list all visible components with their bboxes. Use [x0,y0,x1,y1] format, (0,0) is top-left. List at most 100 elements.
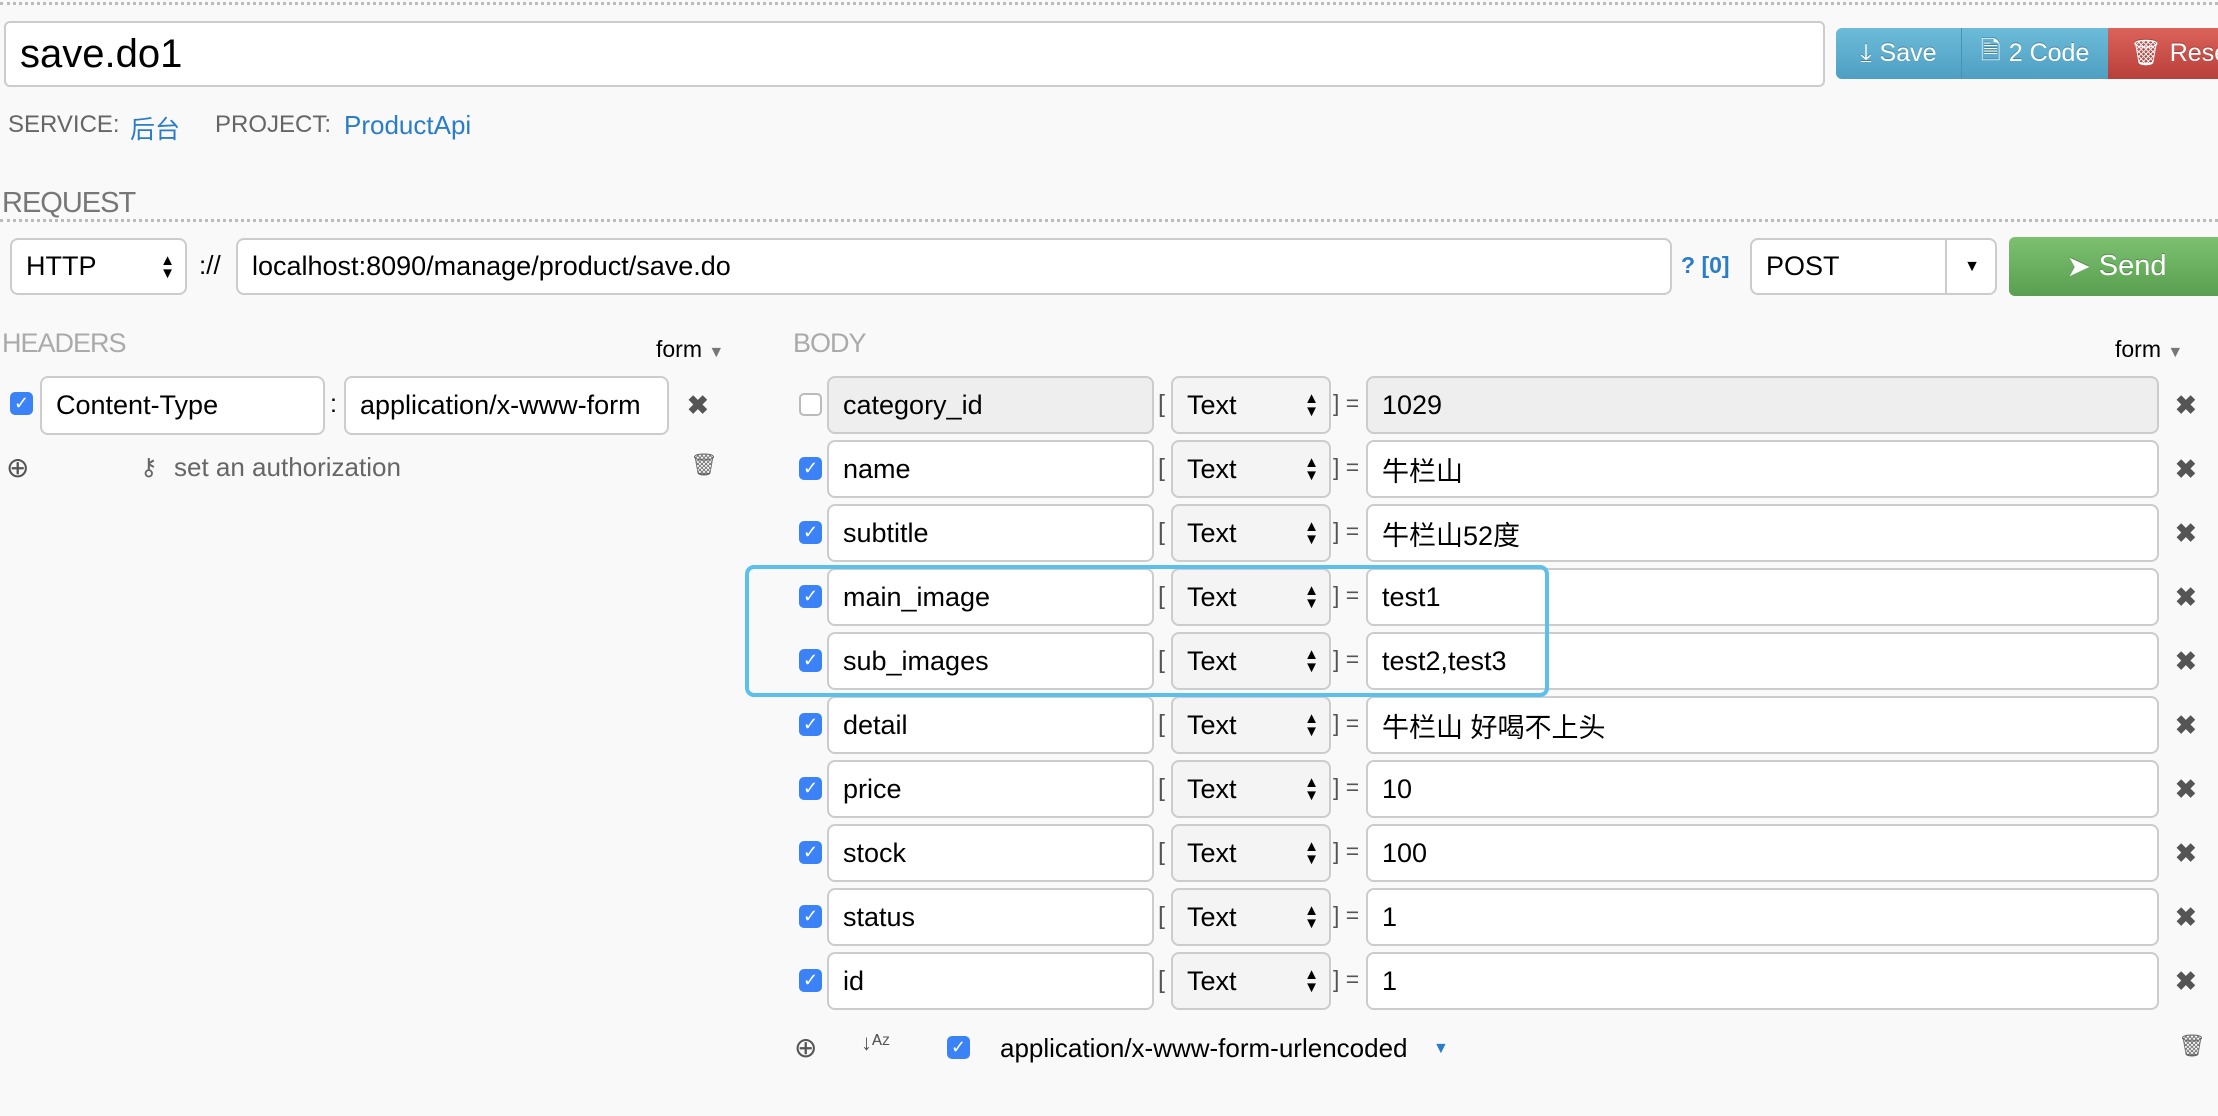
highlight-box [745,565,1549,697]
body-key-input[interactable]: id [827,952,1154,1010]
body-row: ✓ status [ Text ▲ ▼ ] = 1 ✖ [0,888,2218,946]
body-type-select[interactable]: Text ▲ ▼ [1171,824,1331,882]
body-type-select[interactable]: Text ▲ ▼ [1171,760,1331,818]
code-button[interactable]: 🗎 2 Code [1961,28,2108,79]
body-row: ✓ stock [ Text ▲ ▼ ] = 100 ✖ [0,824,2218,882]
method-select[interactable]: POST ▼ [1750,238,1997,295]
body-type-select[interactable]: Text ▲ ▼ [1171,440,1331,498]
clear-body-trash-icon[interactable]: 🗑 [2178,1033,2206,1059]
body-row-checkbox[interactable]: ✓ [799,777,822,800]
body-row: ✓ id [ Text ▲ ▼ ] = 1 ✖ [0,952,2218,1010]
body-type-select[interactable]: Text ▲ ▼ [1171,888,1331,946]
body-row-checkbox[interactable]: ✓ [799,713,822,736]
bracket-open: [ [1158,774,1165,802]
body-row-checkbox[interactable] [799,393,822,416]
body-key-input[interactable]: status [827,888,1154,946]
remove-body-param-icon[interactable]: ✖ [2175,454,2197,485]
body-mode-dropdown[interactable]: form ▼ [2115,336,2183,363]
save-button[interactable]: ⤓ Save [1836,28,1961,79]
body-key-input[interactable]: price [827,760,1154,818]
remove-body-param-icon[interactable]: ✖ [2175,518,2197,549]
bracket-close: ] = [1333,454,1360,480]
body-key-input[interactable]: name [827,440,1154,498]
body-type-select[interactable]: Text ▲ ▼ [1171,376,1331,434]
remove-body-param-icon[interactable]: ✖ [2175,646,2197,677]
updown-icon: ▲ ▼ [1304,710,1319,740]
bracket-close: ] = [1333,838,1360,864]
bracket-close: ] = [1333,966,1360,992]
caret-down-icon: ▼ [2167,344,2184,361]
remove-body-param-icon[interactable]: ✖ [2175,390,2197,421]
title-input[interactable]: save.do1 [4,21,1825,87]
bracket-open: [ [1158,902,1165,930]
body-row: category_id [ Text ▲ ▼ ] = 1029 ✖ [0,376,2218,434]
bracket-close: ] = [1333,710,1360,736]
bracket-open: [ [1158,966,1165,994]
body-label: BODY [793,328,867,358]
send-button[interactable]: ➤ Send [2009,237,2218,296]
updown-icon: ▲ ▼ [1304,902,1319,932]
body-value-input[interactable]: 1 [1366,888,2159,946]
updown-icon: ▲ ▼ [1304,966,1319,996]
body-row-checkbox[interactable]: ✓ [799,969,822,992]
updown-icon: ▲ ▼ [1304,774,1319,804]
bracket-close: ] = [1333,774,1360,800]
body-row-checkbox[interactable]: ✓ [799,457,822,480]
download-icon: ⤓ [1860,39,1872,67]
url-input[interactable]: localhost:8090/manage/product/save.do [236,238,1672,295]
remove-body-param-icon[interactable]: ✖ [2175,966,2197,997]
body-row-checkbox[interactable]: ✓ [799,905,822,928]
remove-body-param-icon[interactable]: ✖ [2175,902,2197,933]
body-value-input[interactable]: 牛栏山52度 [1366,504,2159,562]
bracket-open: [ [1158,390,1165,418]
service-link[interactable]: 后台 [130,110,180,146]
body-row-checkbox[interactable]: ✓ [799,841,822,864]
remove-body-param-icon[interactable]: ✖ [2175,774,2197,805]
caret-down-icon[interactable]: ▼ [1945,240,1995,293]
body-value-input[interactable]: 10 [1366,760,2159,818]
headers-label: HEADERS [2,328,127,358]
body-value-input[interactable]: 1029 [1366,376,2159,434]
body-key-input[interactable]: category_id [827,376,1154,434]
protocol-separator: :// [199,250,221,280]
body-row-checkbox[interactable]: ✓ [799,521,822,544]
body-type-select[interactable]: Text ▲ ▼ [1171,504,1331,562]
bracket-open: [ [1158,518,1165,546]
remove-body-param-icon[interactable]: ✖ [2175,582,2197,613]
body-row: ✓ price [ Text ▲ ▼ ] = 10 ✖ [0,760,2218,818]
bracket-close: ] = [1333,518,1360,544]
service-label: SERVICE: [8,111,120,138]
updown-icon: ▲ ▼ [1304,518,1319,548]
body-value-input[interactable]: 100 [1366,824,2159,882]
body-type-select[interactable]: Text ▲ ▼ [1171,952,1331,1010]
body-key-input[interactable]: stock [827,824,1154,882]
sort-az-icon[interactable]: ↓ᴬᶻ [861,1030,890,1056]
body-row: ✓ name [ Text ▲ ▼ ] = 牛栏山 ✖ [0,440,2218,498]
body-value-input[interactable]: 牛栏山 [1366,440,2159,498]
protocol-select[interactable]: HTTP ▲ ▼ [10,238,187,295]
project-link[interactable]: ProductApi [344,110,471,141]
remove-body-param-icon[interactable]: ✖ [2175,838,2197,869]
updown-icon: ▲ ▼ [1304,838,1319,868]
bracket-open: [ [1158,710,1165,738]
body-value-input[interactable]: 牛栏山 好喝不上头 [1366,696,2159,754]
add-body-param-icon[interactable]: ⊕ [794,1031,817,1064]
updown-icon: ▲ ▼ [1304,454,1319,484]
updown-icon: ▲ ▼ [1304,390,1319,420]
params-link[interactable]: ? [0] [1681,252,1730,279]
encoding-checkbox[interactable]: ✓ [947,1036,970,1059]
body-key-input[interactable]: subtitle [827,504,1154,562]
updown-icon: ▲ ▼ [160,251,175,282]
bracket-close: ] = [1333,390,1360,416]
reset-button[interactable]: 🗑Reset [2108,28,2218,79]
bracket-open: [ [1158,454,1165,482]
file-icon: 🗎 [1980,37,2001,65]
body-key-input[interactable]: detail [827,696,1154,754]
headers-mode-dropdown[interactable]: form ▼ [656,336,724,363]
remove-body-param-icon[interactable]: ✖ [2175,710,2197,741]
bracket-open: [ [1158,838,1165,866]
encoding-caret-icon[interactable]: ▼ [1433,1040,1449,1058]
body-value-input[interactable]: 1 [1366,952,2159,1010]
encoding-label[interactable]: application/x-www-form-urlencoded [1000,1033,1408,1064]
body-type-select[interactable]: Text ▲ ▼ [1171,696,1331,754]
